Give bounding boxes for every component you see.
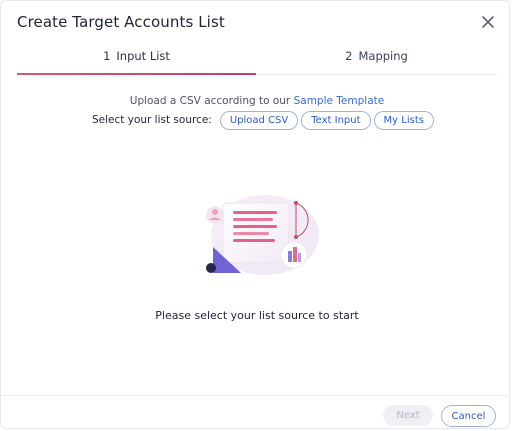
step-number: 1 xyxy=(103,49,111,63)
inactive-step-divider xyxy=(256,74,497,75)
next-button[interactable]: Next xyxy=(383,405,433,426)
document-chart-illustration xyxy=(199,191,321,277)
step-number: 2 xyxy=(345,49,353,63)
create-target-accounts-dialog: Create Target Accounts List 1 Input List… xyxy=(0,0,510,429)
upload-instruction: Upload a CSV according to our Sample Tem… xyxy=(1,95,512,107)
active-step-indicator xyxy=(17,73,256,75)
sample-template-link[interactable]: Sample Template xyxy=(294,95,385,107)
stepper: 1 Input List 2 Mapping xyxy=(17,39,497,75)
step-label: Input List xyxy=(116,49,170,63)
close-icon[interactable] xyxy=(481,15,497,31)
empty-state-message: Please select your list source to start xyxy=(155,309,359,322)
upload-instruction-text: Upload a CSV according to our xyxy=(129,95,291,107)
dialog-title: Create Target Accounts List xyxy=(17,13,225,31)
step-label: Mapping xyxy=(358,49,408,63)
upload-csv-button[interactable]: Upload CSV xyxy=(219,110,299,130)
my-lists-button[interactable]: My Lists xyxy=(373,110,434,130)
tab-input-list[interactable]: 1 Input List xyxy=(17,39,256,73)
footer-divider xyxy=(1,395,509,396)
text-input-button[interactable]: Text Input xyxy=(301,110,371,130)
tab-mapping[interactable]: 2 Mapping xyxy=(256,39,497,73)
cancel-button[interactable]: Cancel xyxy=(441,405,496,427)
list-source-label: Select your list source: xyxy=(92,114,212,126)
list-source-selector: Select your list source: Upload CSV Text… xyxy=(92,110,437,130)
